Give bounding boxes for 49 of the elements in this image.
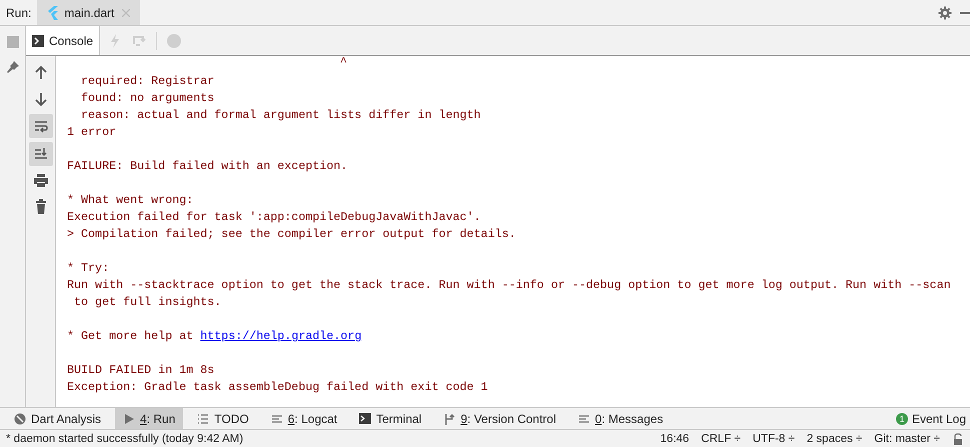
console-line: > Compilation failed; see the compiler error output for details.: [67, 227, 516, 241]
status-item[interactable]: 16:46: [660, 430, 690, 446]
branch-icon: [444, 412, 456, 424]
lines-icon: [578, 412, 590, 424]
console-line: * What went wrong:: [67, 193, 194, 207]
status-item[interactable]: Git: master ÷: [874, 430, 940, 446]
console-line: BUILD FAILED in 1m 8s: [67, 363, 214, 377]
soft-wrap-icon[interactable]: [28, 114, 52, 138]
console-line: 1 error: [67, 125, 116, 139]
count-badge: 1: [896, 412, 908, 424]
file-tab[interactable]: main.dart: [37, 0, 140, 25]
console-line: required: Registrar: [80, 74, 214, 88]
scroll-to-end-icon[interactable]: [28, 142, 52, 166]
console-line: Execution failed for task ':app:compileDebugJavaWithJavac'.: [67, 210, 481, 224]
tool-window-button[interactable]: 6: Logcat: [262, 408, 346, 429]
caret-text: ^: [340, 56, 348, 71]
status-item[interactable]: UTF-8 ÷: [752, 430, 795, 446]
help-link[interactable]: https://help.gradle.org: [200, 329, 362, 343]
minimize-icon[interactable]: [960, 12, 970, 14]
console-line: reason: actual and formal argument lists differ in length: [80, 108, 481, 122]
event-log-button[interactable]: 1 Event Log: [892, 408, 970, 429]
console-line: FAILURE: Build failed with an exception.: [67, 159, 348, 173]
flutter-icon: [47, 6, 60, 20]
tool-window-button[interactable]: Dart Analysis: [6, 408, 110, 429]
console-icon: [32, 34, 44, 46]
console-line: Run with --stacktrace option to get the stack trace. Run with --info or --debug option to get more log output. Run with --scan: [67, 278, 951, 292]
settings-icon[interactable]: [938, 6, 952, 20]
lines-icon: [270, 412, 283, 424]
pin-icon[interactable]: [6, 60, 20, 74]
run-label: Run:: [5, 4, 32, 22]
tool-window-button[interactable]: TODO: [189, 408, 257, 429]
terminal-icon: [359, 412, 372, 424]
analysis-icon: [14, 412, 26, 424]
lock-icon[interactable]: [952, 432, 964, 444]
tool-window-button[interactable]: 9: Version Control: [436, 408, 564, 429]
console-line: to get full insights.: [73, 295, 222, 309]
status-message: * daemon started successfully (today 9:42 AM): [6, 432, 244, 446]
console-line: found: no arguments: [80, 91, 214, 105]
console-line: * Try:: [67, 261, 110, 275]
tool-window-button[interactable]: 4: Run: [115, 408, 184, 429]
status-item[interactable]: CRLF ÷: [701, 430, 741, 446]
console-tab[interactable]: Console: [26, 26, 100, 55]
play-icon: [123, 412, 136, 424]
tool-window-button[interactable]: Terminal: [351, 408, 430, 429]
console-line: * Get more help at: [67, 329, 194, 343]
tool-window-button[interactable]: 0: Messages: [570, 408, 672, 429]
status-item[interactable]: 2 spaces ÷: [806, 430, 862, 446]
console-line: Exception: Gradle task assembleDebug failed with exit code 1: [67, 380, 488, 394]
list-icon: [197, 412, 210, 424]
